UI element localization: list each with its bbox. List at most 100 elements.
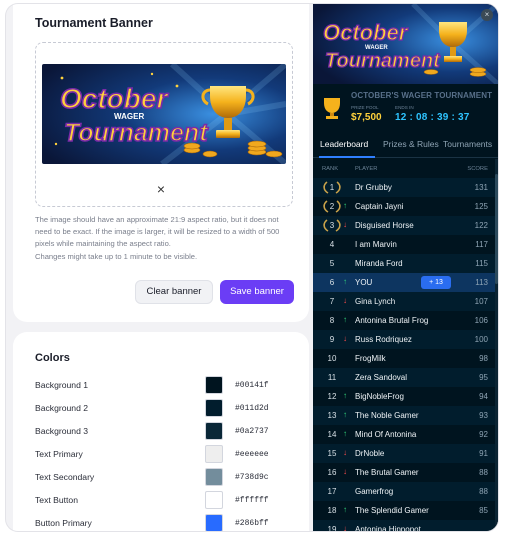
player-score: 95 [479, 373, 488, 382]
color-label: Text Button [35, 495, 78, 505]
rank-value: 11 [327, 373, 337, 382]
tab-tournaments[interactable]: Tournaments [443, 139, 492, 149]
rank-value: 16 [327, 468, 337, 477]
color-swatch[interactable] [205, 399, 223, 417]
rank-value: 4 [329, 240, 335, 249]
color-swatch[interactable] [205, 445, 223, 463]
remove-banner-icon[interactable]: × [153, 181, 169, 197]
color-hex-value[interactable]: #738d9c [235, 473, 269, 482]
color-swatch[interactable] [205, 422, 223, 440]
clear-banner-button[interactable]: Clear banner [135, 280, 213, 304]
player-name: Gamerfrog [355, 487, 394, 496]
rank-value: 3 [329, 221, 335, 230]
save-banner-button[interactable]: Save banner [220, 280, 294, 304]
rank-value: 17 [327, 487, 337, 496]
tab-leaderboard[interactable]: Leaderboard [320, 139, 368, 149]
player-score: 122 [474, 221, 488, 230]
leaderboard-row: 7 ↓ Gina Lynch 107 [313, 292, 498, 311]
player-name: Zera Sandoval [355, 373, 408, 382]
color-hex-value[interactable]: #0a2737 [235, 427, 269, 436]
leaderboard-row: 4 I am Marvin 117 [313, 235, 498, 254]
banner-text-tournament: Tournament [64, 119, 209, 147]
trend-down-icon: ↓ [343, 448, 347, 457]
player-score: 117 [475, 240, 488, 249]
rank-value: 7 [329, 297, 335, 306]
leaderboard-row: 1 Dr Grubby 131 [313, 178, 498, 197]
settings-frame: Tournament Banner October WAGER Tourname… [6, 4, 498, 531]
tab-prizes-rules[interactable]: Prizes & Rules [383, 139, 439, 149]
rank-value: 1 [329, 183, 335, 192]
player-name: Dr Grubby [355, 183, 392, 192]
color-label: Background 1 [35, 380, 89, 390]
player-name: Gina Lynch [355, 297, 396, 306]
color-row: Background 1 #00141f [35, 376, 297, 396]
player-score: 100 [474, 335, 488, 344]
leaderboard-scroll-thumb[interactable] [495, 174, 498, 284]
widget-tabs: Leaderboard Prizes & Rules Tournaments [313, 132, 498, 158]
rank-value: 9 [329, 335, 335, 344]
color-hex-value[interactable]: #011d2d [235, 404, 269, 413]
trend-down-icon: ↓ [343, 334, 347, 343]
widget-close-button[interactable]: × [481, 9, 493, 21]
player-name: Antonina Hippopot… [355, 525, 429, 531]
trend-up-icon: ↑ [343, 429, 347, 438]
color-label: Button Primary [35, 518, 92, 528]
leaderboard-row: 16 ↓ The Brutal Gamer 88 [313, 463, 498, 482]
trend-up-icon: ↑ [343, 277, 347, 286]
trend-up-icon: ↑ [343, 391, 347, 400]
widget-hero-banner: October WAGER Tournament [313, 4, 498, 86]
leaderboard-row: 18 ↑ The Splendid Gamer 85 [313, 501, 498, 520]
color-row: Background 3 #0a2737 [35, 422, 297, 442]
color-row: Text Primary #eeeeee [35, 445, 297, 465]
rank-value: 10 [327, 354, 337, 363]
trend-up-icon: ↑ [343, 315, 347, 324]
player-name: I am Marvin [355, 240, 397, 249]
player-score: 106 [474, 316, 488, 325]
leaderboard-row: 5 Miranda Ford 115 [313, 254, 498, 273]
color-swatch[interactable] [205, 376, 223, 394]
player-name: Mind Of Antonina [355, 430, 417, 439]
player-column-header: PLAYER [355, 166, 378, 172]
player-score: 125 [474, 202, 488, 211]
banner-section-title: Tournament Banner [35, 16, 153, 30]
color-swatch[interactable] [205, 468, 223, 486]
leaderboard-row: 9 ↓ Russ Rodriquez 100 [313, 330, 498, 349]
color-swatch[interactable] [205, 514, 223, 531]
trend-down-icon: ↓ [343, 524, 347, 531]
score-change-badge: + 13 [421, 276, 451, 289]
hero-text-tournament: Tournament [325, 50, 441, 72]
banner-dropzone[interactable]: October WAGER Tournament × [35, 42, 293, 207]
rank-value: 13 [327, 411, 337, 420]
player-name: Miranda Ford [355, 259, 403, 268]
color-hex-value[interactable]: #00141f [235, 381, 269, 390]
color-label: Background 2 [35, 403, 89, 413]
rank-value: 14 [327, 430, 337, 439]
rank-column-header: RANK [322, 166, 339, 172]
leaderboard-row: 10 FrogMilk 98 [313, 349, 498, 368]
color-row: Button Primary #286bff [35, 514, 297, 531]
event-title: OCTOBER'S WAGER TOURNAMENT [351, 91, 493, 100]
player-score: 88 [479, 468, 488, 477]
banner-help-note: Changes might take up to 1 minute to be … [35, 252, 198, 261]
prize-pool-label: PRIZE POOL [351, 105, 379, 110]
color-hex-value[interactable]: #eeeeee [235, 450, 269, 459]
player-name: Russ Rodriquez [355, 335, 412, 344]
player-score: 115 [475, 259, 488, 268]
player-score: 91 [479, 449, 488, 458]
color-row: Background 2 #011d2d [35, 399, 297, 419]
leaderboard-row: 3 ↓ Disguised Horse 122 [313, 216, 498, 235]
color-hex-value[interactable]: #286bff [235, 519, 269, 528]
player-name: Captain Jayni [355, 202, 404, 211]
settings-panel: Tournament Banner October WAGER Tourname… [6, 4, 313, 531]
player-name: The Brutal Gamer [355, 468, 419, 477]
player-score: 113 [475, 278, 488, 287]
player-score: 88 [479, 487, 488, 496]
player-score: 85 [479, 506, 488, 515]
trend-up-icon: ↑ [343, 410, 347, 419]
colors-card: Colors Background 1 #00141f Background 2 #0… [13, 332, 309, 531]
leaderboard-widget: October WAGER Tournament × OCTOBER'S WAG… [313, 4, 498, 531]
color-row: Text Button #ffffff [35, 491, 297, 511]
color-row: Text Secondary #738d9c [35, 468, 297, 488]
color-swatch[interactable] [205, 491, 223, 509]
color-hex-value[interactable]: #ffffff [235, 496, 269, 505]
